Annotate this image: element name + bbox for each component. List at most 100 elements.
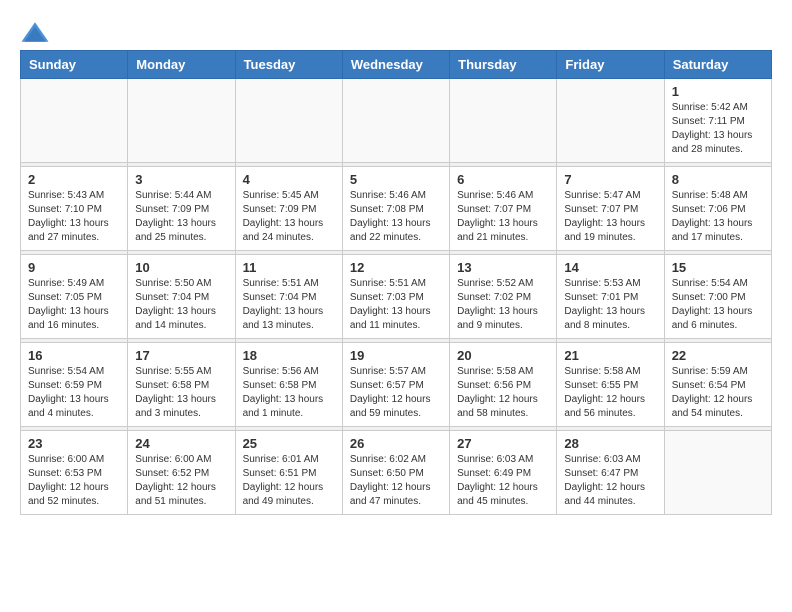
day-info: Sunrise: 5:49 AM Sunset: 7:05 PM Dayligh… bbox=[28, 277, 120, 333]
day-number: 16 bbox=[28, 348, 120, 363]
day-number: 26 bbox=[350, 436, 442, 451]
calendar-day: 25 Sunrise: 6:01 AM Sunset: 6:51 PM Dayli… bbox=[235, 431, 342, 515]
calendar-day: 26 Sunrise: 6:02 AM Sunset: 6:50 PM Dayli… bbox=[342, 431, 449, 515]
header-tuesday: Tuesday bbox=[235, 51, 342, 79]
calendar-day bbox=[128, 79, 235, 163]
day-info: Sunrise: 5:54 AM Sunset: 7:00 PM Dayligh… bbox=[672, 277, 764, 333]
day-info: Sunrise: 6:03 AM Sunset: 6:49 PM Dayligh… bbox=[457, 453, 549, 509]
calendar-day: 28 Sunrise: 6:03 AM Sunset: 6:47 PM Dayli… bbox=[557, 431, 664, 515]
day-info: Sunrise: 6:00 AM Sunset: 6:53 PM Dayligh… bbox=[28, 453, 120, 509]
day-info: Sunrise: 5:57 AM Sunset: 6:57 PM Dayligh… bbox=[350, 365, 442, 421]
calendar-day: 19 Sunrise: 5:57 AM Sunset: 6:57 PM Dayli… bbox=[342, 343, 449, 427]
day-info: Sunrise: 5:47 AM Sunset: 7:07 PM Dayligh… bbox=[564, 189, 656, 245]
calendar-day: 15 Sunrise: 5:54 AM Sunset: 7:00 PM Dayli… bbox=[664, 255, 771, 339]
day-info: Sunrise: 5:50 AM Sunset: 7:04 PM Dayligh… bbox=[135, 277, 227, 333]
calendar-day bbox=[21, 79, 128, 163]
calendar-day: 21 Sunrise: 5:58 AM Sunset: 6:55 PM Dayli… bbox=[557, 343, 664, 427]
page-header bbox=[20, 20, 772, 44]
day-number: 4 bbox=[243, 172, 335, 187]
day-info: Sunrise: 6:00 AM Sunset: 6:52 PM Dayligh… bbox=[135, 453, 227, 509]
calendar-day: 17 Sunrise: 5:55 AM Sunset: 6:58 PM Dayli… bbox=[128, 343, 235, 427]
calendar-day: 5 Sunrise: 5:46 AM Sunset: 7:08 PM Daylig… bbox=[342, 167, 449, 251]
header-sunday: Sunday bbox=[21, 51, 128, 79]
calendar-day: 6 Sunrise: 5:46 AM Sunset: 7:07 PM Daylig… bbox=[450, 167, 557, 251]
calendar-day: 4 Sunrise: 5:45 AM Sunset: 7:09 PM Daylig… bbox=[235, 167, 342, 251]
calendar-day bbox=[235, 79, 342, 163]
calendar-week-row: 2 Sunrise: 5:43 AM Sunset: 7:10 PM Daylig… bbox=[21, 167, 772, 251]
calendar-day: 3 Sunrise: 5:44 AM Sunset: 7:09 PM Daylig… bbox=[128, 167, 235, 251]
day-info: Sunrise: 5:53 AM Sunset: 7:01 PM Dayligh… bbox=[564, 277, 656, 333]
day-info: Sunrise: 5:48 AM Sunset: 7:06 PM Dayligh… bbox=[672, 189, 764, 245]
calendar-week-row: 1 Sunrise: 5:42 AM Sunset: 7:11 PM Daylig… bbox=[21, 79, 772, 163]
day-number: 20 bbox=[457, 348, 549, 363]
day-number: 6 bbox=[457, 172, 549, 187]
day-info: Sunrise: 6:02 AM Sunset: 6:50 PM Dayligh… bbox=[350, 453, 442, 509]
calendar-day: 12Sunrise: 5:51 AM Sunset: 7:03 PM Dayli… bbox=[342, 255, 449, 339]
calendar-day: 2 Sunrise: 5:43 AM Sunset: 7:10 PM Daylig… bbox=[21, 167, 128, 251]
day-info: Sunrise: 5:42 AM Sunset: 7:11 PM Dayligh… bbox=[672, 101, 764, 157]
calendar-day: 13 Sunrise: 5:52 AM Sunset: 7:02 PM Dayli… bbox=[450, 255, 557, 339]
calendar-day: 23 Sunrise: 6:00 AM Sunset: 6:53 PM Dayli… bbox=[21, 431, 128, 515]
day-number: 27 bbox=[457, 436, 549, 451]
calendar-day: 7 Sunrise: 5:47 AM Sunset: 7:07 PM Daylig… bbox=[557, 167, 664, 251]
day-info: Sunrise: 5:43 AM Sunset: 7:10 PM Dayligh… bbox=[28, 189, 120, 245]
day-number: 9 bbox=[28, 260, 120, 275]
header-wednesday: Wednesday bbox=[342, 51, 449, 79]
day-number: 3 bbox=[135, 172, 227, 187]
day-number: 7 bbox=[564, 172, 656, 187]
day-number: 8 bbox=[672, 172, 764, 187]
header-monday: Monday bbox=[128, 51, 235, 79]
day-info: Sunrise: 5:59 AM Sunset: 6:54 PM Dayligh… bbox=[672, 365, 764, 421]
day-info: Sunrise: 5:52 AM Sunset: 7:02 PM Dayligh… bbox=[457, 277, 549, 333]
day-info: Sunrise: 6:03 AM Sunset: 6:47 PM Dayligh… bbox=[564, 453, 656, 509]
calendar-day: 10Sunrise: 5:50 AM Sunset: 7:04 PM Dayli… bbox=[128, 255, 235, 339]
day-info: Sunrise: 5:44 AM Sunset: 7:09 PM Dayligh… bbox=[135, 189, 227, 245]
day-info: Sunrise: 6:01 AM Sunset: 6:51 PM Dayligh… bbox=[243, 453, 335, 509]
calendar-week-row: 16Sunrise: 5:54 AM Sunset: 6:59 PM Dayli… bbox=[21, 343, 772, 427]
calendar-day bbox=[664, 431, 771, 515]
calendar-day bbox=[342, 79, 449, 163]
calendar-day: 22Sunrise: 5:59 AM Sunset: 6:54 PM Dayli… bbox=[664, 343, 771, 427]
day-info: Sunrise: 5:46 AM Sunset: 7:08 PM Dayligh… bbox=[350, 189, 442, 245]
calendar-day bbox=[557, 79, 664, 163]
day-number: 2 bbox=[28, 172, 120, 187]
calendar-day: 9 Sunrise: 5:49 AM Sunset: 7:05 PM Daylig… bbox=[21, 255, 128, 339]
day-info: Sunrise: 5:46 AM Sunset: 7:07 PM Dayligh… bbox=[457, 189, 549, 245]
calendar-day: 18 Sunrise: 5:56 AM Sunset: 6:58 PM Dayli… bbox=[235, 343, 342, 427]
day-number: 13 bbox=[457, 260, 549, 275]
calendar-table: SundayMondayTuesdayWednesdayThursdayFrid… bbox=[20, 50, 772, 515]
day-number: 17 bbox=[135, 348, 227, 363]
day-number: 21 bbox=[564, 348, 656, 363]
day-info: Sunrise: 5:51 AM Sunset: 7:04 PM Dayligh… bbox=[243, 277, 335, 333]
day-number: 25 bbox=[243, 436, 335, 451]
calendar-week-row: 9 Sunrise: 5:49 AM Sunset: 7:05 PM Daylig… bbox=[21, 255, 772, 339]
calendar-week-row: 23 Sunrise: 6:00 AM Sunset: 6:53 PM Dayli… bbox=[21, 431, 772, 515]
calendar-day: 1 Sunrise: 5:42 AM Sunset: 7:11 PM Daylig… bbox=[664, 79, 771, 163]
calendar-day: 24Sunrise: 6:00 AM Sunset: 6:52 PM Dayli… bbox=[128, 431, 235, 515]
calendar-header-row: SundayMondayTuesdayWednesdayThursdayFrid… bbox=[21, 51, 772, 79]
day-info: Sunrise: 5:55 AM Sunset: 6:58 PM Dayligh… bbox=[135, 365, 227, 421]
day-info: Sunrise: 5:58 AM Sunset: 6:55 PM Dayligh… bbox=[564, 365, 656, 421]
header-thursday: Thursday bbox=[450, 51, 557, 79]
day-info: Sunrise: 5:58 AM Sunset: 6:56 PM Dayligh… bbox=[457, 365, 549, 421]
day-number: 15 bbox=[672, 260, 764, 275]
calendar-day: 16Sunrise: 5:54 AM Sunset: 6:59 PM Dayli… bbox=[21, 343, 128, 427]
day-number: 11 bbox=[243, 260, 335, 275]
day-number: 28 bbox=[564, 436, 656, 451]
header-friday: Friday bbox=[557, 51, 664, 79]
logo bbox=[20, 20, 54, 44]
day-number: 19 bbox=[350, 348, 442, 363]
day-info: Sunrise: 5:51 AM Sunset: 7:03 PM Dayligh… bbox=[350, 277, 442, 333]
day-number: 14 bbox=[564, 260, 656, 275]
day-number: 1 bbox=[672, 84, 764, 99]
day-number: 5 bbox=[350, 172, 442, 187]
day-number: 23 bbox=[28, 436, 120, 451]
calendar-day: 27 Sunrise: 6:03 AM Sunset: 6:49 PM Dayli… bbox=[450, 431, 557, 515]
day-number: 18 bbox=[243, 348, 335, 363]
day-info: Sunrise: 5:45 AM Sunset: 7:09 PM Dayligh… bbox=[243, 189, 335, 245]
calendar-day bbox=[450, 79, 557, 163]
logo-icon bbox=[20, 20, 50, 44]
calendar-day: 20 Sunrise: 5:58 AM Sunset: 6:56 PM Dayli… bbox=[450, 343, 557, 427]
day-info: Sunrise: 5:56 AM Sunset: 6:58 PM Dayligh… bbox=[243, 365, 335, 421]
calendar-day: 14 Sunrise: 5:53 AM Sunset: 7:01 PM Dayli… bbox=[557, 255, 664, 339]
